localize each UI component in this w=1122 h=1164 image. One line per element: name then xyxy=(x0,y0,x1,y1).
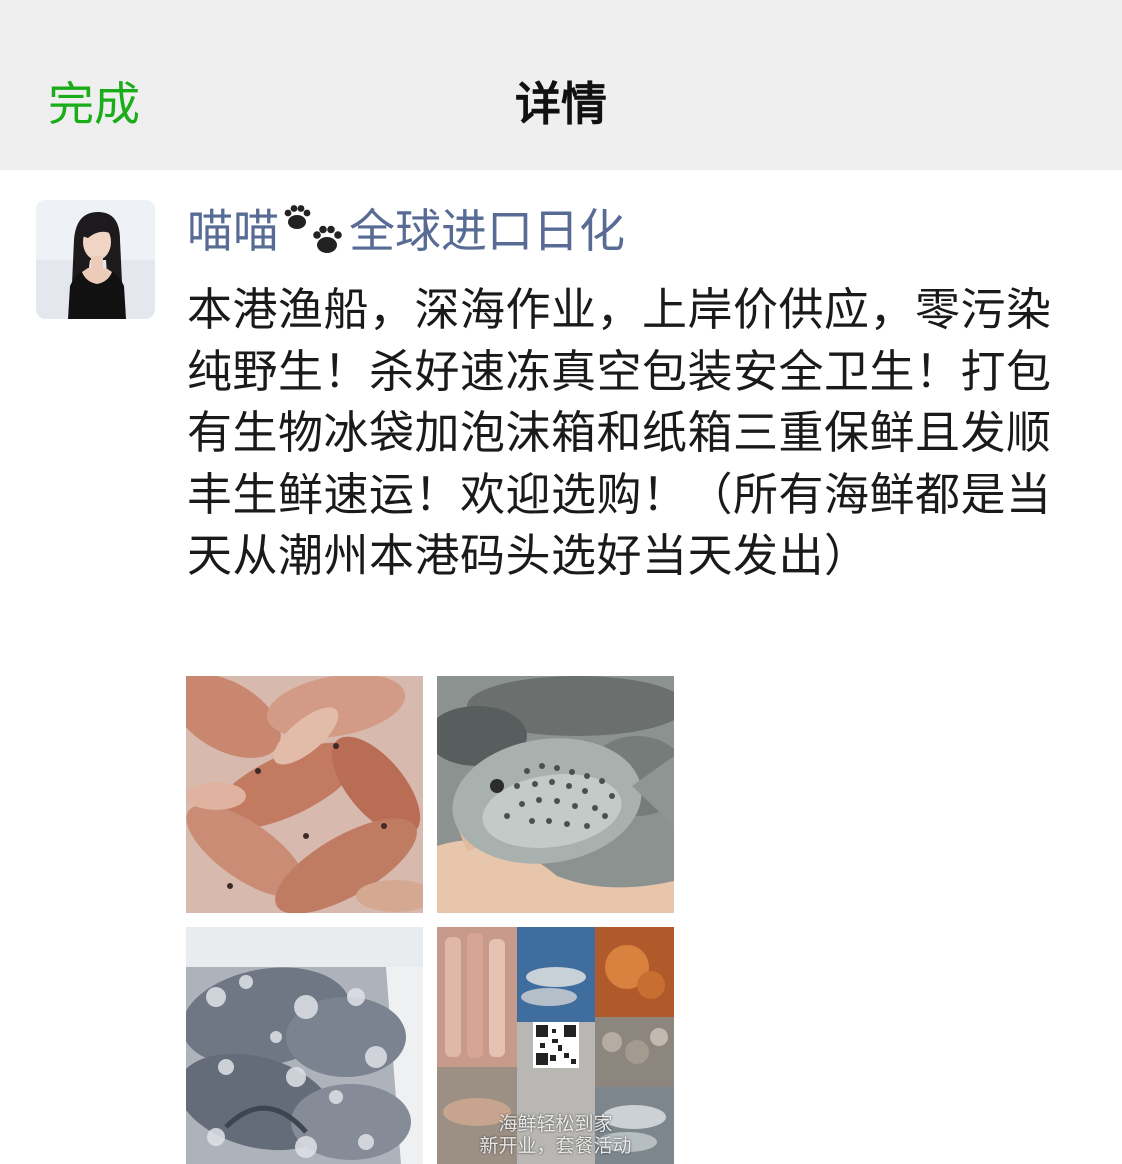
author-prefix: 喵喵 xyxy=(187,204,279,258)
nav-bar: 完成 详情 xyxy=(0,0,1122,170)
author-name[interactable]: 喵喵 全球进口日化 xyxy=(187,200,625,262)
post-photo-4[interactable]: 海鲜轻松到家 新开业，套餐活动 xyxy=(437,927,674,1164)
collage-caption-line1: 海鲜轻松到家 xyxy=(498,1113,613,1135)
collage-caption-line2: 新开业，套餐活动 xyxy=(479,1135,632,1157)
post-photo-3[interactable] xyxy=(186,927,423,1164)
page-title: 详情 xyxy=(515,77,607,131)
red-fish-image xyxy=(186,676,423,913)
post-photo-2[interactable] xyxy=(437,676,674,913)
post-photo-1[interactable] xyxy=(186,676,423,913)
spotted-fish-image xyxy=(437,676,674,913)
avatar-image xyxy=(36,200,155,319)
paw-prints-icon xyxy=(281,203,347,259)
post-text: 本港渔船，深海作业，上岸价供应，零污染纯野生！杀好速冻真空包装安全卫生！打包有生… xyxy=(187,283,1052,582)
frozen-fish-image xyxy=(186,927,423,1164)
avatar[interactable] xyxy=(36,200,155,319)
author-suffix: 全球进口日化 xyxy=(349,204,625,258)
